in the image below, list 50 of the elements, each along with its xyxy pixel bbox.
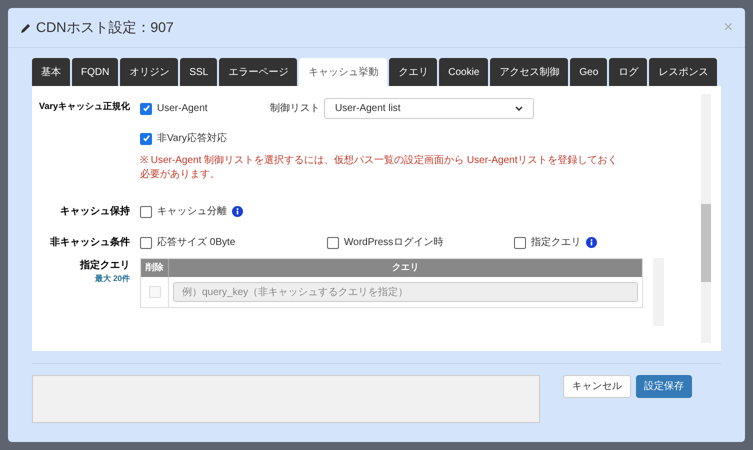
- checkbox[interactable]: [140, 132, 152, 144]
- option-label: 指定クエリ: [531, 236, 581, 250]
- scrollbar[interactable]: [701, 94, 711, 343]
- tab[interactable]: 基本: [32, 58, 70, 86]
- chevron-down-icon: [515, 106, 523, 112]
- option[interactable]: 非Vary応答対応: [140, 131, 701, 146]
- tab[interactable]: ログ: [609, 58, 648, 86]
- tab[interactable]: FQDN: [72, 58, 118, 86]
- select-field[interactable]: User-Agent list: [324, 98, 534, 119]
- info-icon[interactable]: [232, 206, 243, 217]
- dialog-title: CDNホスト設定：907: [36, 18, 174, 37]
- scrollbar-thumb[interactable]: [701, 204, 711, 282]
- tab[interactable]: SSL: [180, 58, 218, 86]
- option-label: User-Agent: [157, 102, 208, 116]
- option[interactable]: User-Agent: [140, 101, 270, 116]
- field-label: 制御リスト: [270, 102, 320, 116]
- tab[interactable]: キャッシュ挙動: [299, 58, 388, 86]
- limit-note: 最大 20件: [94, 273, 130, 285]
- option[interactable]: 応答サイズ 0Byte: [140, 235, 327, 250]
- tab[interactable]: アクセス制御: [490, 58, 568, 86]
- checkbox[interactable]: [514, 236, 526, 248]
- tab[interactable]: オリジン: [120, 58, 178, 86]
- option[interactable]: キャッシュ分離: [140, 204, 243, 219]
- info-icon[interactable]: [586, 237, 597, 248]
- option[interactable]: WordPressログイン時: [327, 235, 514, 250]
- option-label: 応答サイズ 0Byte: [157, 236, 236, 250]
- tab[interactable]: エラーページ: [219, 58, 298, 86]
- column-header: クエリ: [391, 261, 420, 274]
- tab[interactable]: Geo: [570, 58, 608, 86]
- tab[interactable]: レスポンス: [649, 58, 718, 86]
- checkbox[interactable]: [140, 236, 152, 248]
- field-label: キャッシュ保持: [59, 204, 131, 219]
- field-label: Varyキャッシュ正規化: [38, 100, 131, 113]
- cancel-button[interactable]: キャンセル: [563, 375, 631, 398]
- option-label: 非Vary応答対応: [157, 132, 227, 146]
- pencil-icon: [20, 22, 32, 34]
- option-label: WordPressログイン時: [344, 236, 444, 250]
- column-header: 削除: [141, 259, 169, 277]
- option-label: キャッシュ分離: [157, 205, 227, 219]
- field-label: 指定クエリ: [80, 258, 130, 273]
- tab[interactable]: Cookie: [439, 58, 488, 86]
- input-field[interactable]: 例）query_key（非キャッシュするクエリを指定）: [173, 282, 638, 302]
- checkbox[interactable]: [327, 236, 339, 248]
- checkbox[interactable]: [140, 206, 152, 218]
- save-button[interactable]: 設定保存: [636, 375, 692, 398]
- checkbox[interactable]: [140, 102, 152, 114]
- warning-note: ※ User-Agent 制御リストを選択するには、仮想パス一覧の設定画面から User-Agentリストを登録しておく必要があります。: [140, 154, 618, 182]
- tab[interactable]: クエリ: [389, 58, 438, 86]
- field-label: 非キャッシュ条件: [49, 236, 131, 250]
- option[interactable]: 指定クエリ: [514, 235, 701, 250]
